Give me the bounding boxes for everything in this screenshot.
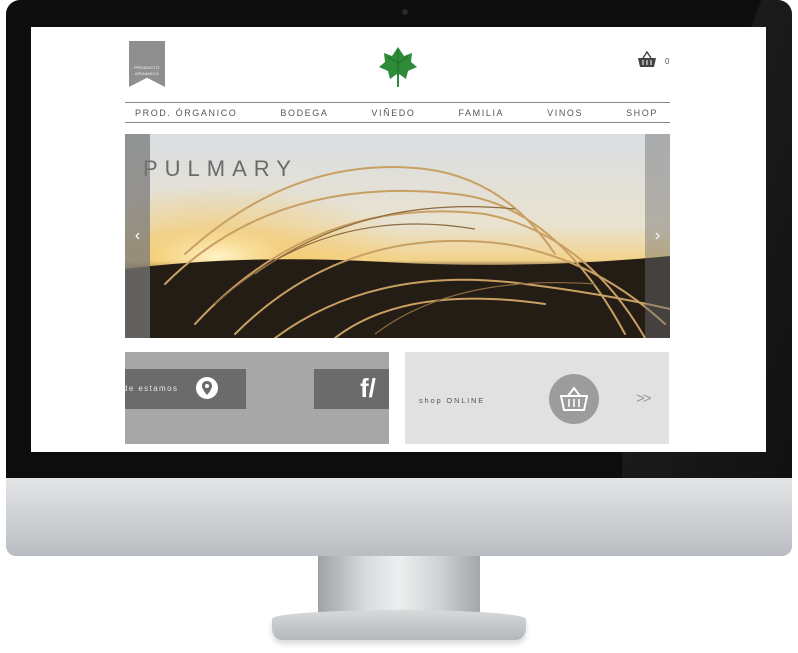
main-navigation: PROD. ÓRGANICO BODEGA VIÑEDO FAMILIA VIN…: [125, 102, 670, 123]
monitor-stand-base: [272, 610, 526, 640]
location-button[interactable]: de estamos: [125, 369, 246, 409]
chevron-left-icon: ‹: [134, 227, 141, 244]
location-label: de estamos: [125, 384, 179, 393]
nav-item-vinedo[interactable]: VIÑEDO: [371, 108, 415, 118]
nav-item-familia[interactable]: FAMILIA: [458, 108, 504, 118]
nav-item-prod-organico[interactable]: PROD. ÓRGANICO: [135, 108, 237, 118]
shop-basket-button[interactable]: [549, 374, 599, 424]
shop-online-label: shop ONLINE: [419, 396, 486, 405]
camera-dot: [402, 9, 408, 15]
monitor-chin: [6, 478, 792, 556]
vine-leaf-logo-icon[interactable]: [378, 45, 418, 89]
badge-line-1: PRODUCTO: [134, 65, 160, 70]
map-pin-icon: [196, 377, 218, 399]
shop-online-panel[interactable]: shop ONLINE >>: [405, 352, 669, 444]
shopping-basket-icon[interactable]: [637, 51, 657, 69]
website-screen: PRODUCTO ORGÁNICO 0 PROD. ÓRGANICO BODEG…: [31, 27, 766, 452]
badge-line-2: ORGÁNICO: [134, 71, 160, 76]
slider-next-button[interactable]: ›: [645, 134, 670, 338]
organic-badge[interactable]: PRODUCTO ORGÁNICO: [129, 41, 165, 87]
slider-prev-button[interactable]: ‹: [125, 134, 150, 338]
hero-slider[interactable]: PULMARY ‹ ›: [125, 134, 670, 338]
facebook-icon: f/: [360, 373, 376, 403]
chevron-right-icon: ›: [654, 227, 661, 244]
facebook-button[interactable]: f/: [314, 369, 389, 409]
nav-item-vinos[interactable]: VINOS: [547, 108, 583, 118]
basket-icon: [560, 386, 588, 411]
cart-count: 0: [665, 57, 670, 66]
nav-item-bodega[interactable]: BODEGA: [280, 108, 328, 118]
double-chevron-right-icon[interactable]: >>: [636, 390, 651, 407]
location-social-panel: de estamos f/: [125, 352, 389, 444]
hero-title: PULMARY: [143, 156, 298, 181]
monitor-stand: [318, 556, 480, 616]
nav-item-shop[interactable]: SHOP: [626, 108, 658, 118]
